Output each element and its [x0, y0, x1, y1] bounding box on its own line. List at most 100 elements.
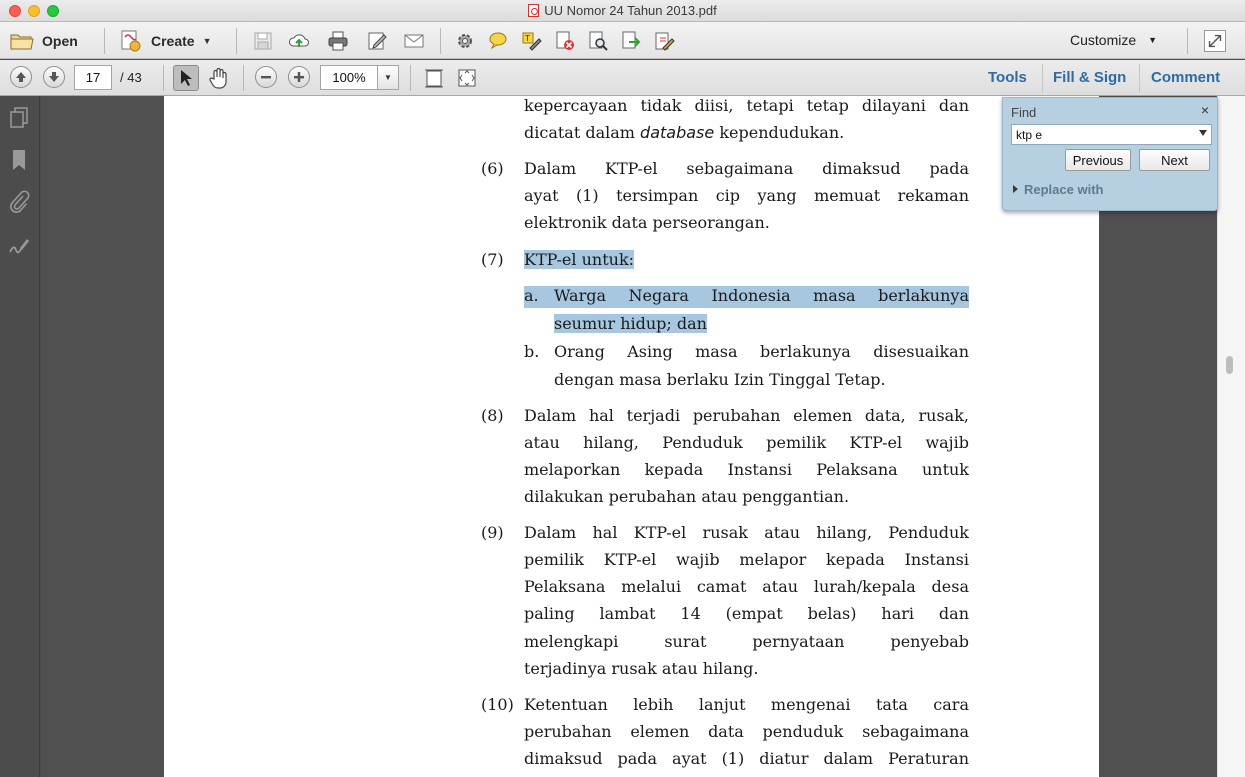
scrollbar-thumb[interactable] — [1226, 356, 1233, 374]
export-icon[interactable] — [620, 30, 642, 52]
customize-label: Customize — [1070, 32, 1137, 48]
paragraph-number: (6) — [481, 159, 504, 178]
toolbar-divider — [1042, 64, 1043, 92]
find-previous-button[interactable]: Previous — [1065, 149, 1131, 171]
save-icon[interactable] — [252, 30, 274, 52]
text-line: Pelaksana melalui camat atau lurah/kepal… — [524, 577, 969, 596]
bookmark-icon[interactable] — [8, 148, 30, 172]
find-next-button[interactable]: Next — [1139, 149, 1210, 171]
pdf-file-icon — [528, 4, 540, 17]
text-line: paling lambat 14 (empat belas) hari dan — [524, 604, 969, 623]
open-button[interactable]: Open — [10, 28, 78, 54]
chevron-down-icon: ▼ — [202, 36, 212, 46]
create-button[interactable]: Create ▼ — [119, 28, 212, 54]
find-query-text: ktp e — [1016, 127, 1043, 142]
pages-thumbnails-icon[interactable] — [8, 106, 30, 130]
comment-pane-tab[interactable]: Comment — [1151, 69, 1220, 86]
paragraph-number: (10) — [481, 695, 514, 714]
tools-pane-tab[interactable]: Tools — [988, 69, 1027, 86]
find-title: Find — [1011, 105, 1037, 120]
zoom-in-button[interactable] — [288, 66, 310, 88]
window-title: UU Nomor 24 Tahun 2013.pdf — [0, 3, 1245, 18]
zoom-dropdown-button[interactable]: ▼ — [377, 65, 399, 90]
italic-term: database — [640, 123, 715, 142]
select-tool-button[interactable] — [173, 65, 199, 91]
main-toolbar: Open Create ▼ T Customize ▼ — [0, 22, 1245, 59]
text-line: dimaksud pada ayat (1) diatur dalam Pera… — [524, 749, 969, 768]
delete-page-icon[interactable] — [554, 30, 576, 52]
speech-bubble-icon[interactable] — [487, 30, 509, 52]
replace-with-toggle[interactable]: Replace with — [1013, 182, 1103, 197]
navigation-pane — [0, 96, 40, 777]
svg-text:T: T — [524, 34, 530, 43]
text-line: Ketentuan lebih lanjut mengenai tata car… — [524, 695, 969, 714]
search-highlight-line: seumur hidup; dan — [554, 314, 707, 333]
text-line: melengkapi surat pernyataan penyebab — [524, 632, 969, 651]
text-fragment: kependudukan. — [714, 123, 845, 142]
text-line: dengan masa berlaku Izin Tinggal Tetap. — [554, 370, 886, 389]
window-title-text: UU Nomor 24 Tahun 2013.pdf — [544, 3, 717, 18]
find-search-input[interactable]: ktp e — [1011, 124, 1212, 145]
mail-icon[interactable] — [403, 30, 425, 52]
text-line: dilakukan perubahan atau penggantian. — [524, 487, 850, 506]
disclosure-triangle-icon — [1013, 185, 1018, 193]
hand-icon — [209, 67, 227, 89]
toolbar-divider — [410, 65, 411, 91]
previous-page-button[interactable] — [10, 66, 32, 88]
fit-width-icon[interactable] — [456, 67, 478, 89]
text-line: pemilik KTP-el wajib melapor kepada Inst… — [524, 550, 969, 569]
customize-button[interactable]: Customize ▼ — [1070, 32, 1157, 48]
text-line: melaporkan kepada Instansi Pelaksana unt… — [524, 460, 969, 479]
attachment-icon[interactable] — [8, 190, 30, 214]
find-panel: Find × ktp e Previous Next Replace with — [1002, 97, 1218, 211]
paragraph-number: (8) — [481, 406, 504, 425]
hand-tool-button[interactable] — [207, 66, 231, 90]
zoom-level-input[interactable]: 100% — [320, 65, 378, 90]
text-line: ayat (1) tersimpan cip yang memuat rekam… — [524, 186, 969, 205]
toolbar-divider — [104, 28, 105, 54]
next-page-button[interactable] — [43, 66, 65, 88]
cloud-upload-icon[interactable] — [288, 30, 310, 52]
paragraph-number: (7) — [481, 250, 504, 269]
replace-with-label: Replace with — [1024, 182, 1104, 197]
create-pdf-icon — [121, 30, 141, 52]
text-line: kepercayaan tidak diisi, tetapi tetap di… — [524, 96, 969, 115]
toolbar-divider — [1187, 28, 1188, 54]
toolbar-divider — [236, 28, 237, 54]
fit-page-icon[interactable] — [423, 67, 445, 89]
navigation-toolbar: 17 / 43 100% ▼ Tools Fill & Sign Comment — [0, 60, 1245, 96]
page-number-input[interactable]: 17 — [74, 65, 112, 90]
text-line: perubahan elemen data penduduk sebagaima… — [524, 722, 969, 741]
search-highlight-line: KTP-el untuk: — [524, 250, 635, 269]
chevron-down-icon[interactable] — [1199, 130, 1207, 136]
folder-icon — [10, 34, 34, 50]
highlight-icon[interactable]: T — [520, 30, 542, 52]
vertical-scrollbar[interactable] — [1217, 96, 1245, 777]
fill-sign-pane-tab[interactable]: Fill & Sign — [1053, 69, 1126, 86]
plus-icon — [294, 72, 304, 82]
sign-document-icon[interactable] — [653, 30, 675, 52]
gear-icon[interactable] — [454, 30, 476, 52]
page-total: / 43 — [120, 70, 142, 85]
toolbar-divider — [440, 28, 441, 54]
expand-icon[interactable] — [1204, 30, 1226, 52]
find-in-page-icon[interactable] — [587, 30, 609, 52]
text-line: Orang Asing masa berlakunya disesuaikan — [554, 342, 969, 361]
text-line: Dalam hal terjadi perubahan elemen data,… — [524, 406, 969, 425]
zoom-out-button[interactable] — [255, 66, 277, 88]
edit-icon[interactable] — [366, 30, 388, 52]
text-line: dicatat dalam database kependudukan. — [524, 123, 844, 142]
chevron-down-icon: ▼ — [1148, 35, 1158, 45]
cursor-arrow-icon — [181, 70, 192, 86]
toolbar-divider — [1139, 64, 1140, 92]
arrow-up-icon — [16, 72, 26, 82]
create-label: Create — [151, 33, 195, 49]
close-icon[interactable]: × — [1201, 102, 1209, 118]
text-line: Warga Negara Indonesia masa berlakunya — [554, 286, 969, 305]
signature-icon[interactable] — [8, 234, 30, 258]
list-letter: b. — [524, 342, 540, 361]
print-icon[interactable] — [327, 30, 349, 52]
text-line: elektronik data perseorangan. — [524, 213, 770, 232]
text-line: atau hilang, Penduduk pemilik KTP-el waj… — [524, 433, 969, 452]
text-line: terjadinya rusak atau hilang. — [524, 659, 759, 678]
